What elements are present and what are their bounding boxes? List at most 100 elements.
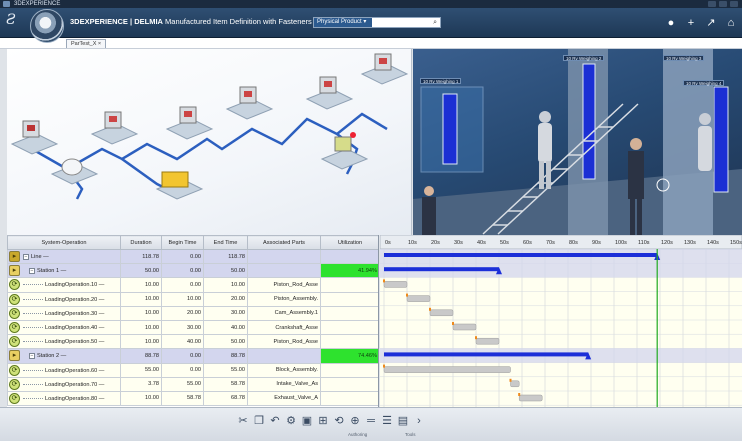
station-row[interactable]: ▸ − Station 1 — 50.00 0.00 50.00 41.94%	[7, 263, 378, 279]
add-icon[interactable]: +	[684, 16, 698, 30]
operation-name-cell[interactable]: ⟳ LoadingOperation.10 —	[7, 277, 121, 293]
gantt-link-marker	[383, 364, 385, 368]
operation-name-cell[interactable]: ⟳ LoadingOperation.30 —	[7, 305, 121, 321]
table-row[interactable]: ⟳ LoadingOperation.70 — 3.78 55.00 58.78 Inta…	[7, 376, 378, 392]
associated-parts-cell: Piston_Assembly.	[247, 291, 321, 307]
ds-logo-icon[interactable]: Ƨ	[6, 12, 26, 34]
line-icon[interactable]: ═	[364, 414, 378, 428]
scene-label-chip[interactable]: 10 Rv Weighing 3	[663, 55, 705, 61]
search-icon[interactable]: ⌕	[433, 18, 437, 27]
station-row[interactable]: ▸ − Station 2 — 88.78 0.00 88.78 74.46%	[7, 348, 378, 364]
minimize-button[interactable]	[708, 1, 716, 7]
column-header[interactable]: Begin Time	[161, 235, 204, 250]
operation-name-cell[interactable]: ⟳ LoadingOperation.40 —	[7, 319, 121, 336]
resource-icon[interactable]: ▣	[300, 414, 314, 428]
operation-name-cell[interactable]: ⟳ LoadingOperation.80 —	[7, 390, 121, 407]
report-icon[interactable]: ▤	[396, 414, 410, 428]
analysis-icon[interactable]: ⊞	[316, 414, 330, 428]
gantt-chart-panel[interactable]: 0s 10s 20s 30s 40s 50s 60s 70s 80s 90s 100s 110s 120…	[380, 235, 742, 407]
operation-name-cell[interactable]: ⟳ LoadingOperation.20 —	[7, 291, 121, 307]
scene-label-chip[interactable]: 10 Rv Weighing 4	[683, 80, 725, 86]
user-icon[interactable]: ●	[664, 16, 678, 30]
cut-icon[interactable]: ✂	[236, 414, 250, 428]
table-row[interactable]: ⟳ LoadingOperation.20 —10.00 10.00 20.00 Pis…	[7, 291, 378, 307]
gantt-link-marker	[509, 378, 512, 382]
gantt-bar	[510, 380, 520, 388]
gantt-icon[interactable]: ☰	[380, 414, 394, 428]
viewer-3d-line-layout[interactable]	[7, 49, 412, 235]
table-row[interactable]: ⟳ LoadingOperation.50 — 10.00 40.00 50.00 Pis…	[7, 334, 378, 350]
operation-name-cell[interactable]: ⟳ LoadingOperation.70 —	[7, 376, 121, 392]
operator-figure	[698, 113, 712, 171]
operation-name: Station 2 —	[37, 353, 67, 360]
scene-label-chip[interactable]: 10 Rv Weighing 1	[420, 78, 462, 84]
collapse-toggle-icon[interactable]: −	[29, 352, 35, 359]
table-row[interactable]: ⟳ LoadingOperation.40 — 10.00 30.00 40.00 Cra…	[7, 319, 378, 336]
window-title: 3DEXPERIENCE	[14, 1, 61, 7]
operation-name-cell[interactable]: ▸ − Line —	[7, 248, 121, 265]
home-icon[interactable]: ⌂	[724, 16, 738, 30]
section-tab-tools[interactable]: Tools	[405, 432, 416, 437]
system-icon: ▸	[9, 265, 20, 277]
gantt-link-marker	[518, 393, 521, 396]
line-row[interactable]: ▸ − Line —118.78 0.00 118.78	[7, 248, 378, 265]
tree-connector	[23, 312, 43, 314]
gantt-bar	[518, 394, 543, 402]
process-icon[interactable]: ⚙	[284, 414, 298, 428]
column-header[interactable]: Associated Parts	[247, 235, 321, 250]
begin-time-cell: 30.00	[161, 319, 204, 336]
end-time-cell: 68.78	[203, 390, 248, 407]
share-icon[interactable]: ↗	[704, 16, 718, 30]
column-header[interactable]: Duration	[120, 235, 162, 250]
begin-time-cell: 0.00	[161, 348, 204, 364]
undo-icon[interactable]: ↶	[268, 414, 282, 428]
viewer-3d-factory-simulation[interactable]: 10 Rv Weighing 1 10 Rv Weighing 2 10 Rv …	[413, 49, 742, 235]
operation-name: LoadingOperation.20 —	[45, 296, 105, 303]
more-icon[interactable]: ›	[412, 414, 426, 428]
maximize-button[interactable]	[719, 1, 727, 7]
section-tab-authoring[interactable]: Authoring	[348, 432, 367, 437]
end-time-cell: 40.00	[203, 319, 248, 336]
column-header[interactable]: End Time	[203, 235, 248, 250]
close-window-button[interactable]	[730, 1, 738, 7]
end-time-cell: 58.78	[203, 376, 248, 392]
table-row[interactable]: ⟳ LoadingOperation.60 —55.00 0.00 55.00 Bloc…	[7, 362, 378, 378]
tab-document[interactable]: ParTest_X ×	[66, 39, 107, 48]
compass-icon[interactable]	[30, 9, 64, 43]
gantt-bar	[475, 337, 500, 345]
search-input[interactable]	[374, 18, 424, 27]
table-row[interactable]: ⟳ LoadingOperation.80 — 10.00 58.78 68.78 Exh…	[7, 390, 378, 407]
action-bar-tools: ✂ ❐ ↶ ⚙ ▣ ⊞ ⟲ ⊕ ═ ☰ ▤ ›	[236, 414, 426, 428]
utilization-cell: 41.94%	[320, 263, 378, 279]
collapse-toggle-icon[interactable]: −	[23, 253, 29, 260]
search-scope-dropdown[interactable]: Physical Product ▾	[314, 18, 372, 27]
level-gauge-1	[442, 93, 458, 165]
gantt-tick-label: 50s	[500, 240, 509, 246]
operation-icon: ⟳	[9, 279, 20, 291]
gantt-bar	[383, 366, 511, 373]
tools-icon[interactable]: ⊕	[348, 414, 362, 428]
tab-close-icon[interactable]: ×	[98, 41, 101, 47]
column-header[interactable]: System-Operation	[7, 235, 121, 250]
column-header[interactable]: Utilization	[320, 235, 378, 250]
utilization-cell	[320, 291, 378, 307]
simulation-icon[interactable]: ⟲	[332, 414, 346, 428]
duration-cell: 10.00	[120, 390, 162, 407]
copy-icon[interactable]: ❐	[252, 414, 266, 428]
operation-name-cell[interactable]: ▸ − Station 1 —	[7, 263, 121, 279]
operation-name: LoadingOperation.80 —	[45, 395, 105, 402]
scene-label-chip[interactable]: 10 Rv Weighing 2	[563, 55, 605, 61]
gantt-summary-bar	[384, 253, 658, 257]
operation-name-cell[interactable]: ⟳ LoadingOperation.60 —	[7, 362, 121, 378]
operation-name-cell[interactable]: ⟳ LoadingOperation.50 —	[7, 334, 121, 350]
table-row[interactable]: ⟳ LoadingOperation.10 —10.00 0.00 10.00 Pist…	[7, 277, 378, 293]
operation-icon: ⟳	[9, 392, 20, 404]
operation-name-cell[interactable]: ▸ − Station 2 —	[7, 348, 121, 364]
duration-cell: 10.00	[120, 319, 162, 336]
station-platform	[10, 120, 59, 155]
table-row[interactable]: ⟳ LoadingOperation.30 — 10.00 20.00 30.00 Cam…	[7, 305, 378, 321]
collapse-toggle-icon[interactable]: −	[29, 267, 35, 274]
operator-figure	[422, 186, 436, 235]
operation-icon: ⟳	[9, 307, 20, 319]
gantt-tick-label: 0s	[385, 240, 391, 246]
